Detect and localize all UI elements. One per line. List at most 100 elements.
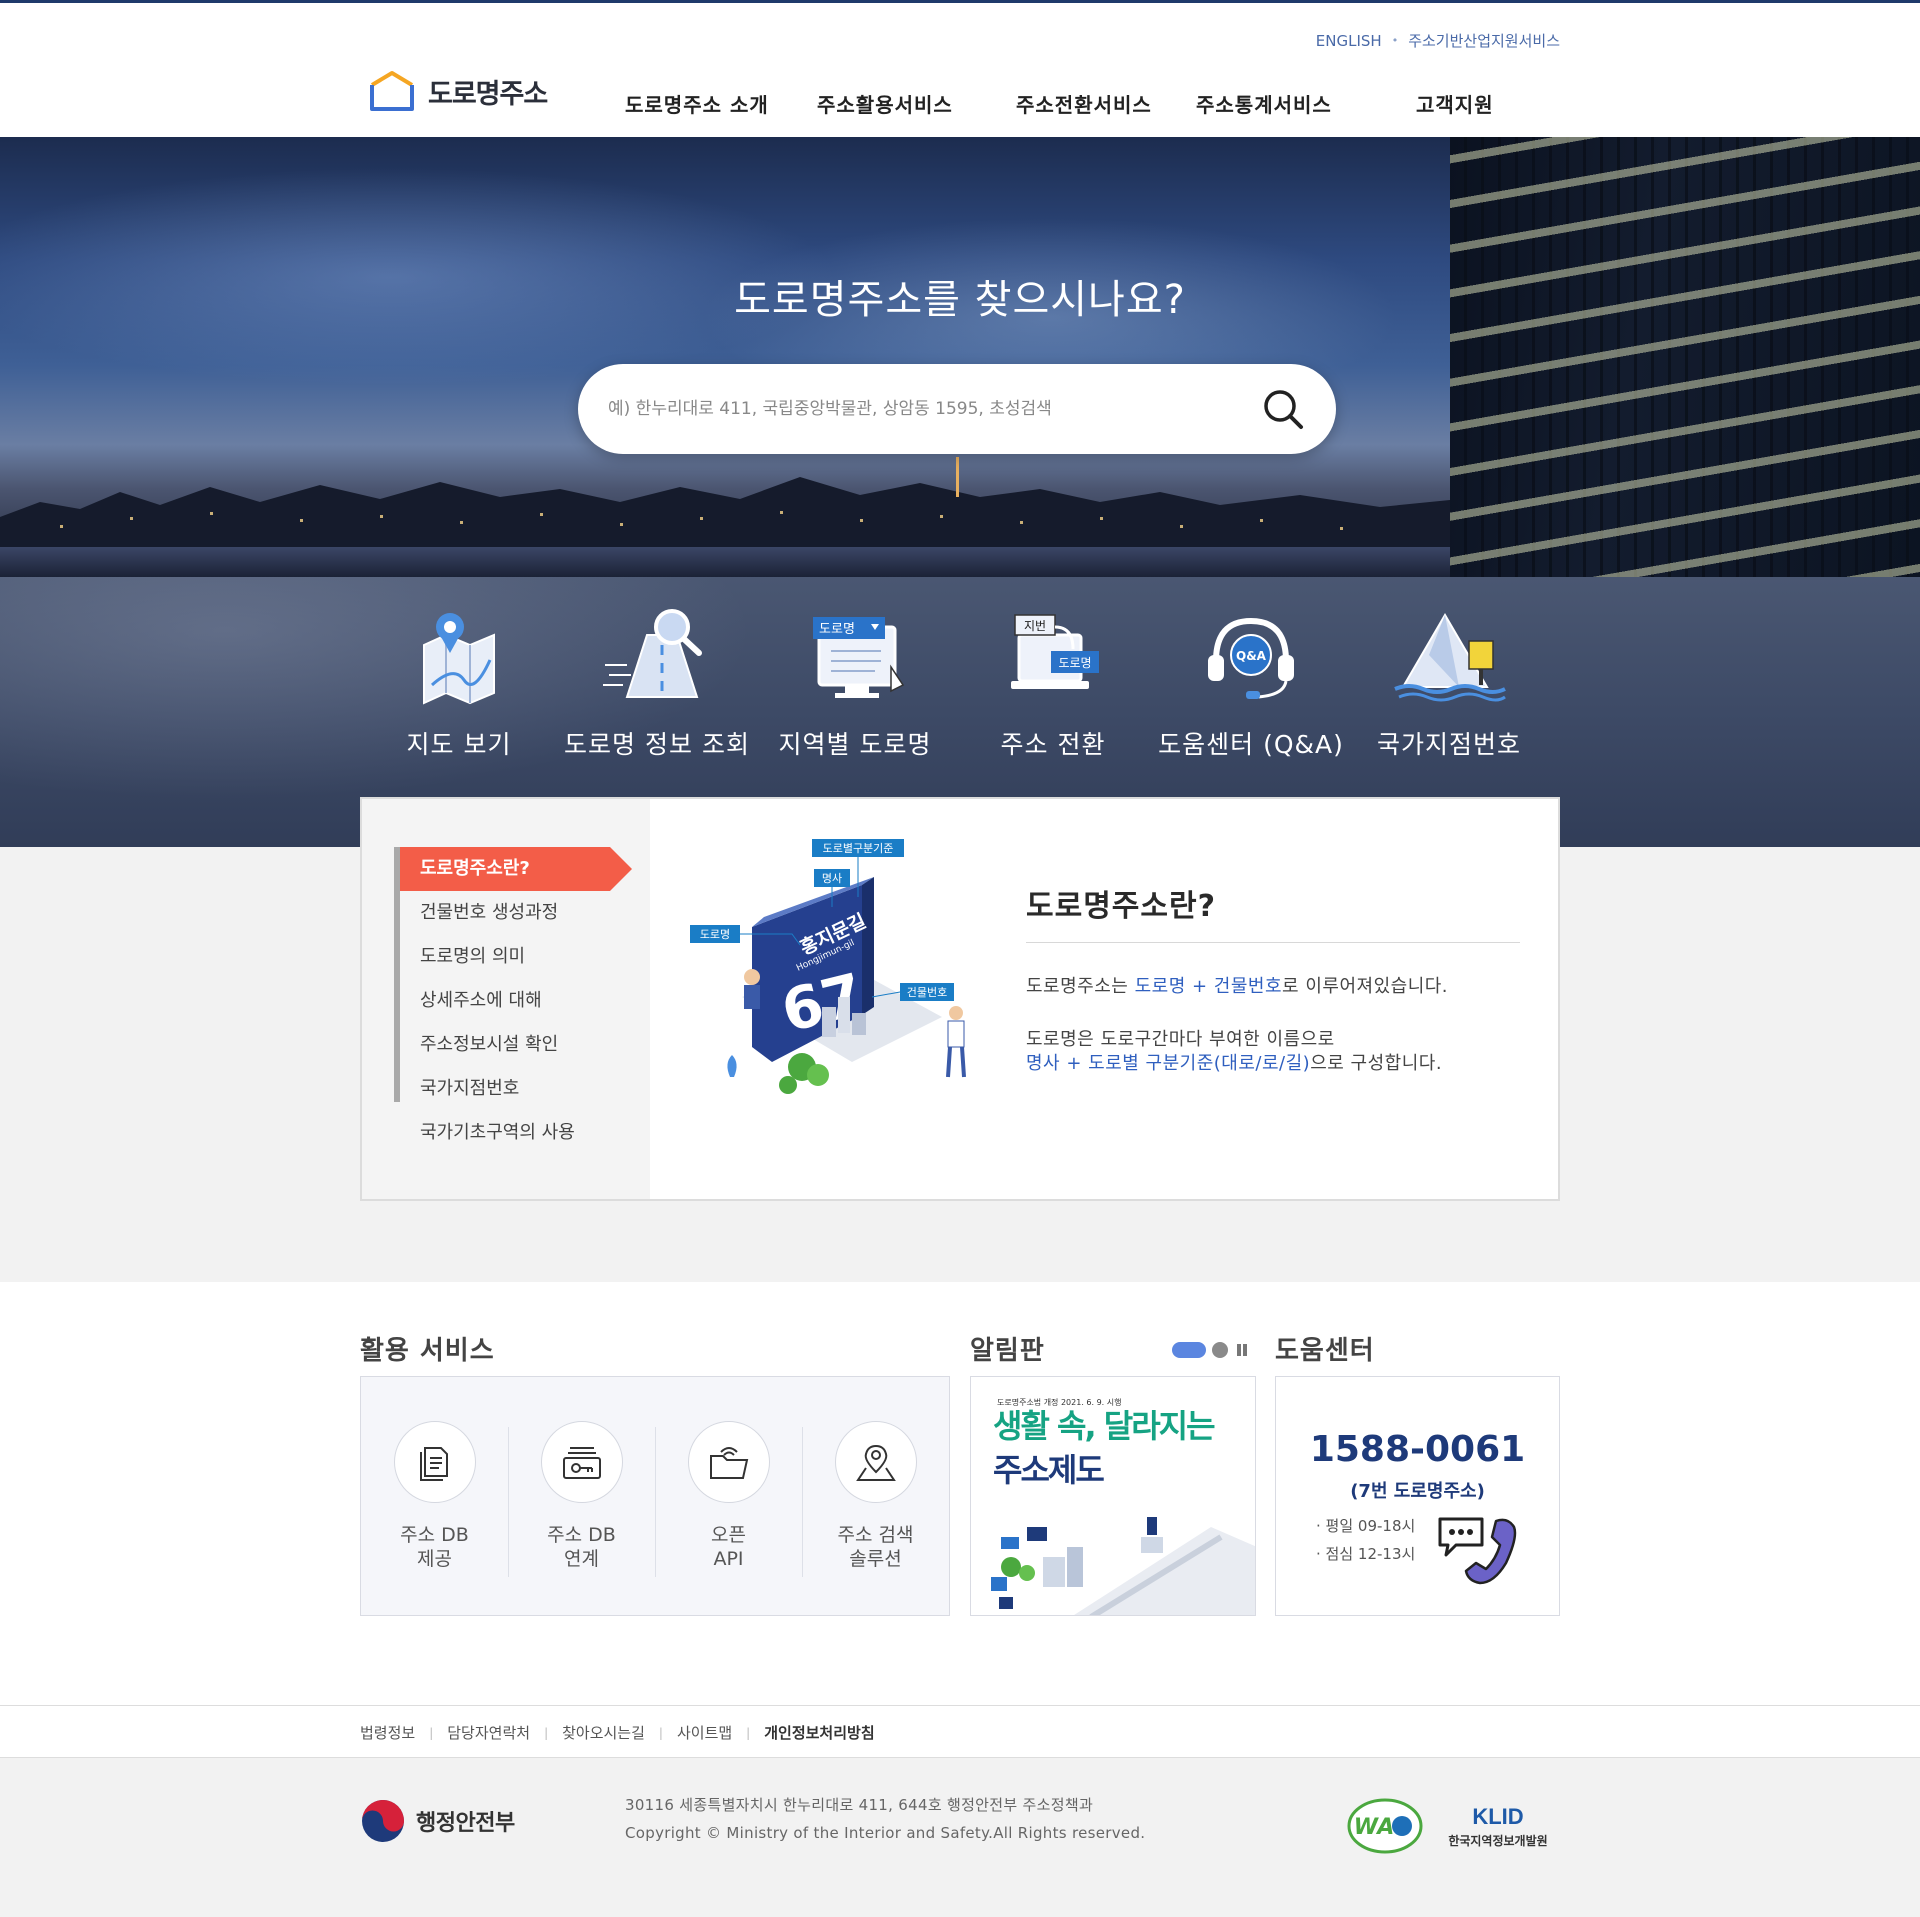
industry-support-link[interactable]: 주소기반산업지원서비스 <box>1408 30 1560 51</box>
road-sign-illustration: 홍지문길 Hongjimun-gil 67 도로별구분기준 명사 도로명 건물번… <box>690 839 966 1094</box>
notice-slider-controls <box>1172 1342 1250 1358</box>
footer-link-directions[interactable]: 찾아오시는길 <box>562 1722 645 1743</box>
svg-text:도로명: 도로명 <box>1058 656 1091 670</box>
intro-menu-national-point[interactable]: 국가지점번호 <box>400 1067 640 1111</box>
nav-stats-services[interactable]: 주소통계서비스 <box>1196 89 1332 118</box>
document-icon <box>419 1447 448 1481</box>
quick-label: 지도 보기 <box>406 730 512 759</box>
nav-convert-services[interactable]: 주소전환서비스 <box>1016 89 1152 118</box>
quick-label: 도로명 정보 조회 <box>564 730 750 759</box>
intro-title: 도로명주소란? <box>1026 889 1217 924</box>
road-search-icon <box>603 609 702 698</box>
ministry-logo: 행정안전부 <box>360 1798 515 1844</box>
service-label: 주소 검색 솔루션 <box>837 1524 914 1570</box>
svg-text:지번: 지번 <box>1024 619 1046 633</box>
klid-logo: KLID 한국지역정보개발원 <box>1448 1804 1548 1848</box>
pause-icon[interactable] <box>1234 1342 1250 1358</box>
quick-label: 국가지점번호 <box>1376 730 1521 759</box>
logo-text: 도로명주소 <box>428 78 548 110</box>
nav-usage-services[interactable]: 주소활용서비스 <box>817 89 953 118</box>
site-header: ENGLISH • 주소기반산업지원서비스 도로명주소 도로명주소 소개 주소활… <box>0 0 1920 137</box>
intro-text-line2: 도로명은 도로구간마다 부여한 이름으로 <box>1026 1029 1335 1050</box>
service-open-api[interactable]: 오픈 API <box>655 1421 802 1581</box>
quick-region-roads[interactable]: 도로명 지역별 도로명 <box>755 605 955 775</box>
taegeuk-logo-icon <box>362 1800 404 1842</box>
footer-link-sitemap[interactable]: 사이트맵 <box>677 1722 732 1743</box>
help-center-title: 도움센터 <box>1275 1336 1375 1366</box>
intro-menu-building-number[interactable]: 건물번호 생성과정 <box>400 891 640 935</box>
svg-text:생활 속, 달라지는: 생활 속, 달라지는 <box>993 1407 1215 1445</box>
mountain-sign-icon <box>1394 613 1506 702</box>
services-title: 활용 서비스 <box>360 1336 495 1366</box>
service-db-link[interactable]: 주소 DB 연계 <box>508 1421 655 1581</box>
service-icon-circle <box>393 1421 476 1503</box>
footer-link-privacy[interactable]: 개인정보처리방침 <box>764 1722 874 1743</box>
hero-title: 도로명주소를 찾으시나요? <box>734 277 1186 323</box>
phone-chat-icon <box>1438 1517 1517 1585</box>
address-search-box <box>578 364 1336 454</box>
folder-wifi-icon <box>709 1447 748 1479</box>
map-pin-icon <box>855 1444 896 1481</box>
intro-menu-what-is[interactable]: 도로명주소란? <box>400 847 632 891</box>
notice-banner[interactable]: 도로명주소법 개정 2021. 6. 9. 시행 생활 속, 달라지는 주소제도 <box>970 1376 1256 1616</box>
intro-text-line1: 도로명주소는 도로명 + 건물번호로 이루어져있습니다. <box>1026 976 1449 997</box>
intro-menu-facility-check[interactable]: 주소정보시설 확인 <box>400 1023 640 1067</box>
service-icon-circle <box>834 1421 917 1503</box>
service-label: 오픈 API <box>711 1524 746 1570</box>
service-db-provide[interactable]: 주소 DB 제공 <box>361 1421 508 1581</box>
web-accessibility-badge: WA <box>1347 1798 1423 1854</box>
quick-label: 지역별 도로명 <box>778 730 932 759</box>
weekday-hours: · 평일 09-18시 <box>1316 1517 1416 1535</box>
svg-text:도로명: 도로명 <box>819 622 855 637</box>
services-panel: 주소 DB 제공 주소 DB 연계 오픈 API 주소 검색 솔루션 <box>360 1376 950 1616</box>
separator-dot: • <box>1391 34 1399 47</box>
service-label: 주소 DB 연계 <box>547 1524 616 1570</box>
english-link[interactable]: ENGLISH <box>1316 32 1382 50</box>
nav-customer-support[interactable]: 고객지원 <box>1416 89 1494 118</box>
nav-intro[interactable]: 도로명주소 소개 <box>625 89 769 118</box>
quick-label: 도움센터 (Q&A) <box>1158 730 1344 759</box>
city-skyline-image <box>0 457 1460 577</box>
map-icon <box>423 613 495 705</box>
intro-menu-list: 도로명주소란? 건물번호 생성과정 도로명의 의미 상세주소에 대해 주소정보시… <box>400 847 640 1155</box>
footer-links: 법령정보 | 담당자연락처 | 찾아오시는길 | 사이트맵 | 개인정보처리방침 <box>360 1722 875 1743</box>
search-icon[interactable] <box>1260 386 1306 432</box>
footer-link-contacts[interactable]: 담당자연락처 <box>447 1722 530 1743</box>
notice-title: 알림판 <box>970 1336 1045 1366</box>
svg-text:도로명: 도로명 <box>700 928 730 941</box>
footer-address: 30116 세종특별자치시 한누리대로 411, 644호 행정안전부 주소정책… <box>625 1796 1094 1814</box>
address-search-input[interactable] <box>608 364 1248 454</box>
road-address-intro-panel: 도로명주소란? 건물번호 생성과정 도로명의 의미 상세주소에 대해 주소정보시… <box>360 797 1560 1201</box>
site-logo[interactable]: 도로명주소 <box>368 69 548 113</box>
quick-address-convert[interactable]: 지번 도로명 주소 전환 <box>953 605 1153 775</box>
headset-icon: Q&A <box>1208 617 1294 699</box>
footer-copyright: Copyright © Ministry of the Interior and… <box>625 1824 1146 1842</box>
intro-menu-detail-address[interactable]: 상세주소에 대해 <box>400 979 640 1023</box>
svg-text:명사: 명사 <box>822 872 842 885</box>
intro-text-line3: 명사 + 도로별 구분기준(대로/로/길)으로 구성합니다. <box>1026 1053 1443 1074</box>
svg-text:Q&A: Q&A <box>1236 649 1267 663</box>
intro-side-menu: 도로명주소란? 건물번호 생성과정 도로명의 의미 상세주소에 대해 주소정보시… <box>362 799 650 1199</box>
slide-indicator[interactable] <box>1212 1342 1228 1358</box>
help-phone-number[interactable]: 1588-0061 <box>1276 1429 1559 1470</box>
quick-map-view[interactable]: 지도 보기 <box>359 605 559 775</box>
intro-menu-basic-zone[interactable]: 국가기초구역의 사용 <box>400 1111 640 1155</box>
lunch-hours: · 점심 12-13시 <box>1316 1545 1416 1563</box>
intro-divider <box>1026 942 1520 943</box>
utility-links: ENGLISH • 주소기반산업지원서비스 <box>1316 30 1560 51</box>
hero-banner: 도로명주소를 찾으시나요? <box>0 137 1920 577</box>
svg-text:도로명주소법 개정 2021. 6. 9. 시행: 도로명주소법 개정 2021. 6. 9. 시행 <box>997 1397 1121 1407</box>
lower-section: 활용 서비스 알림판 도움센터 주소 DB 제공 주소 DB 연계 오픈 API… <box>0 1282 1920 1705</box>
slide-indicator-active[interactable] <box>1172 1342 1206 1358</box>
service-label: 주소 DB 제공 <box>400 1524 469 1570</box>
service-search-solution[interactable]: 주소 검색 솔루션 <box>802 1421 949 1581</box>
quick-help-qa[interactable]: Q&A 도움센터 (Q&A) <box>1151 605 1351 775</box>
service-icon-circle <box>540 1421 623 1503</box>
quick-road-info[interactable]: 도로명 정보 조회 <box>557 605 757 775</box>
svg-text:WA: WA <box>1354 1815 1395 1840</box>
quick-national-point[interactable]: 국가지점번호 <box>1349 605 1549 775</box>
intro-menu-road-meaning[interactable]: 도로명의 의미 <box>400 935 640 979</box>
footer-link-law[interactable]: 법령정보 <box>360 1722 415 1743</box>
service-icon-circle <box>687 1421 770 1503</box>
footer-links-bar: 법령정보 | 담당자연락처 | 찾아오시는길 | 사이트맵 | 개인정보처리방침 <box>0 1705 1920 1758</box>
